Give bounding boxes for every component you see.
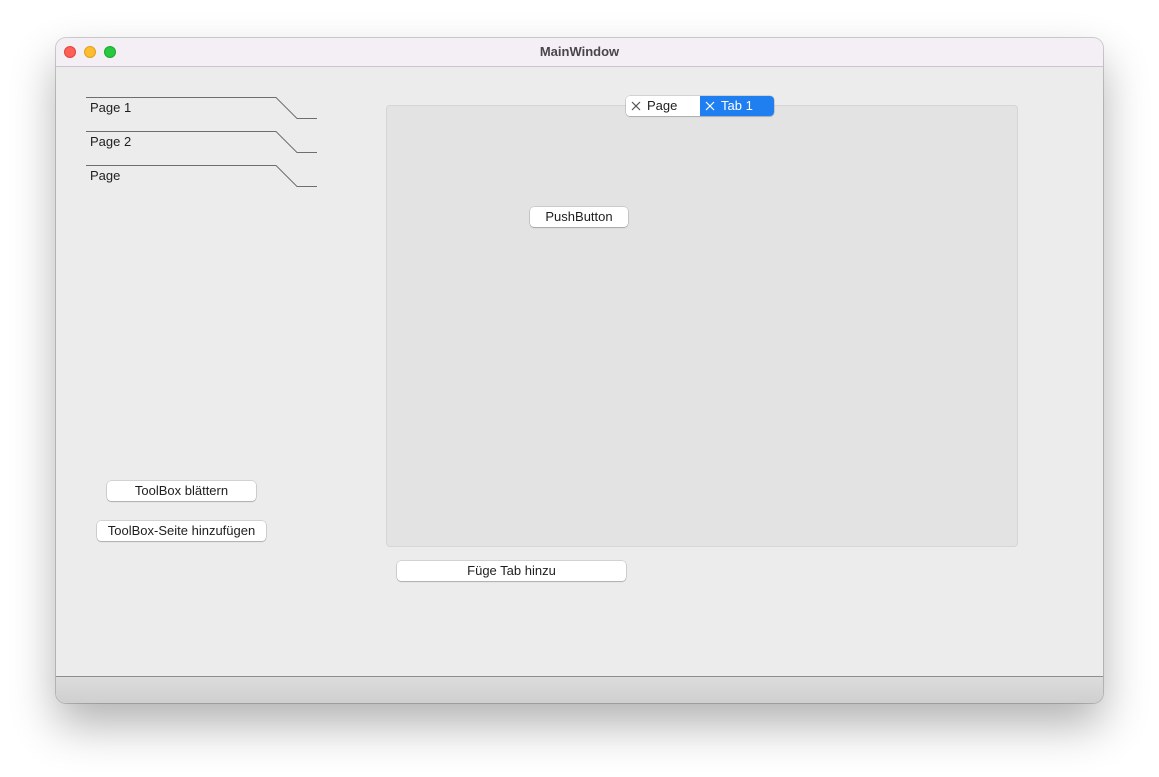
toolbox-scroll-button[interactable]: ToolBox blättern bbox=[107, 481, 256, 501]
toolbox-item-label: Page 2 bbox=[90, 134, 132, 149]
toolbox-add-page-button[interactable]: ToolBox-Seite hinzufügen bbox=[97, 521, 266, 541]
status-bar bbox=[56, 676, 1103, 703]
toolbox-item-page-1[interactable]: Page 1 bbox=[86, 97, 317, 119]
tab-bar: Page Tab 1 bbox=[626, 96, 774, 116]
toolbox-item-page-2[interactable]: Page 2 bbox=[86, 131, 317, 153]
toolbox-item-label: Page bbox=[90, 168, 121, 183]
tab-content-pane bbox=[386, 105, 1018, 547]
add-tab-button[interactable]: Füge Tab hinzu bbox=[397, 561, 626, 581]
toolbox-tab-outline bbox=[86, 165, 317, 187]
tab-page[interactable]: Page bbox=[626, 96, 700, 116]
window-title: MainWindow bbox=[539, 44, 620, 59]
tab-label: Page bbox=[647, 98, 678, 113]
push-button[interactable]: PushButton bbox=[530, 207, 628, 227]
title-bar[interactable]: MainWindow bbox=[56, 38, 1103, 67]
main-window: MainWindow Page 1 Page 2 Page ToolBox bl… bbox=[56, 38, 1103, 703]
tab-tab-1[interactable]: Tab 1 bbox=[700, 96, 774, 116]
tab-label: Tab 1 bbox=[721, 98, 753, 113]
toolbox-item-label: Page 1 bbox=[90, 100, 132, 115]
close-tab-icon[interactable] bbox=[631, 101, 641, 111]
close-tab-icon[interactable] bbox=[705, 101, 715, 111]
toolbox-item-page[interactable]: Page bbox=[86, 165, 317, 187]
